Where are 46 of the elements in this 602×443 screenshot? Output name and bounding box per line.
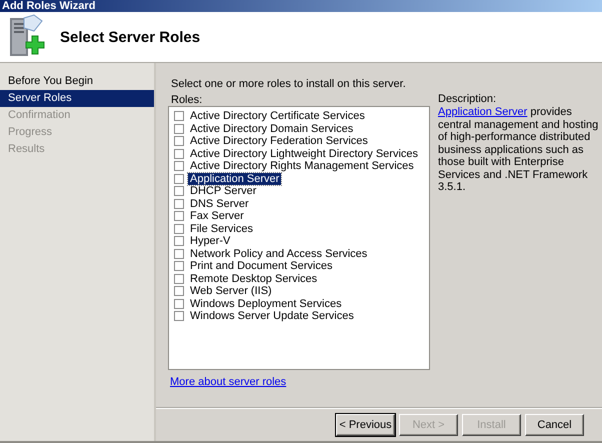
- role-label[interactable]: DNS Server: [188, 198, 251, 210]
- role-checkbox[interactable]: [174, 174, 184, 184]
- wizard-step[interactable]: Server Roles: [0, 90, 154, 107]
- role-checkbox[interactable]: [174, 136, 184, 146]
- description-label: Description:: [438, 93, 498, 105]
- role-checkbox[interactable]: [174, 261, 184, 272]
- roles-label: Roles:: [171, 94, 204, 106]
- role-label[interactable]: Print and Document Services: [188, 260, 334, 272]
- role-link[interactable]: Application Server: [438, 106, 528, 118]
- description-text: Application Server provides central management and hosting of high-performance distributed business applications such as those built with Enterprise Services and .NET Framework 3.5.1.: [438, 106, 600, 194]
- role-checkbox[interactable]: [174, 311, 184, 322]
- role-checkbox[interactable]: [174, 236, 184, 246]
- role-checkbox[interactable]: [174, 248, 184, 259]
- role-checkbox[interactable]: [174, 224, 184, 234]
- role-label[interactable]: Fax Server: [188, 210, 246, 222]
- page-title: Select Server Roles: [60, 28, 200, 46]
- role-checkbox[interactable]: [174, 286, 184, 296]
- role-label[interactable]: Windows Deployment Services: [188, 298, 344, 310]
- role-label[interactable]: Active Directory Federation Services: [188, 135, 370, 148]
- role-checkbox[interactable]: [174, 161, 184, 172]
- role-checkbox[interactable]: [174, 211, 184, 222]
- role-label[interactable]: Windows Server Update Services: [188, 310, 356, 322]
- role-checkbox[interactable]: [174, 274, 184, 284]
- window-title: Add Roles Wizard: [2, 0, 96, 12]
- role-label[interactable]: Active Directory Rights Management Services: [188, 160, 416, 172]
- role-checkbox[interactable]: [174, 186, 184, 196]
- instruction-text: Select one or more roles to install on this server.: [171, 78, 407, 90]
- role-checkbox[interactable]: [174, 148, 184, 159]
- role-label[interactable]: Active Directory Certificate Services: [188, 110, 367, 122]
- role-label[interactable]: Web Server (IIS): [188, 285, 274, 298]
- role-checkbox[interactable]: [174, 198, 184, 209]
- role-label[interactable]: Application Server: [188, 172, 282, 185]
- role-label[interactable]: DHCP Server: [188, 185, 258, 198]
- wizard-step[interactable]: Before You Begin: [0, 73, 154, 90]
- wizard-button[interactable]: < Previous: [336, 414, 395, 436]
- role-checkbox[interactable]: [174, 298, 184, 309]
- role-label[interactable]: Remote Desktop Services: [188, 272, 320, 285]
- wizard-button[interactable]: Cancel: [525, 414, 584, 436]
- role-label[interactable]: Active Directory Domain Services: [188, 122, 356, 135]
- more-link[interactable]: More about server roles: [170, 376, 286, 388]
- role-checkbox[interactable]: [174, 124, 184, 134]
- role-label[interactable]: Active Directory Lightweight Directory Services: [188, 148, 420, 160]
- role-checkbox[interactable]: [174, 111, 184, 122]
- role-label[interactable]: Hyper-V: [188, 235, 232, 248]
- role-label[interactable]: File Services: [188, 222, 255, 235]
- role-label[interactable]: Network Policy and Access Services: [188, 248, 370, 260]
